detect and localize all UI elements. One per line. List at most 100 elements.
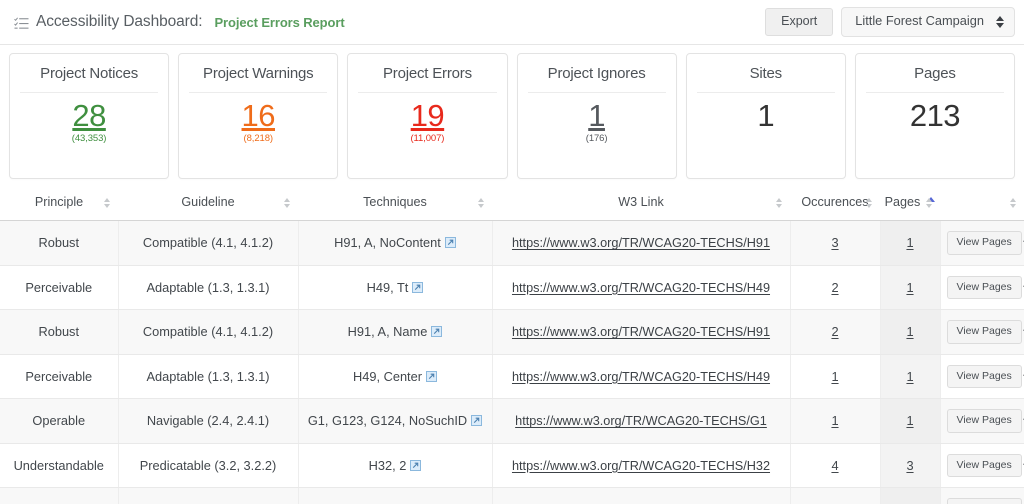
view-pages-button[interactable]: View Pages	[946, 453, 1022, 477]
column-header-principle[interactable]: Principle	[0, 185, 118, 221]
w3-link[interactable]: https://www.w3.org/TR/WCAG20-TECHS/H91	[512, 236, 770, 250]
external-link-icon[interactable]	[444, 236, 456, 249]
sort-toggle-icon[interactable]	[926, 197, 932, 208]
external-link-icon[interactable]	[471, 414, 483, 427]
column-header-techniques[interactable]: Techniques	[298, 185, 492, 221]
stat-card-value[interactable]: 1	[588, 99, 605, 133]
cell-actions: View Pages	[940, 220, 1024, 266]
stat-card: Sites 1	[685, 53, 846, 179]
external-link-icon[interactable]	[412, 281, 424, 293]
cell-principle: Robust	[0, 220, 119, 266]
column-header-w3-link[interactable]: W3 Link	[492, 185, 790, 221]
view-pages-button[interactable]: View Pages	[946, 364, 1022, 388]
cell-techniques: H37	[298, 487, 493, 504]
pages-link[interactable]: 3	[906, 458, 913, 473]
column-header-label: W3 Link	[618, 195, 664, 209]
cell-principle: Perceivable	[0, 487, 119, 504]
cell-techniques: H49, Center	[298, 354, 493, 399]
w3-link[interactable]: https://www.w3.org/TR/WCAG20-TECHS/H49	[512, 281, 770, 295]
stat-card-value[interactable]: 16	[242, 99, 276, 133]
cell-pages: 1	[880, 220, 941, 266]
techniques-label: H91, A, NoContent	[334, 235, 441, 251]
pages-link[interactable]: 1	[906, 280, 913, 295]
sort-toggle-icon[interactable]	[1010, 197, 1016, 208]
occurences-link[interactable]: 3	[831, 235, 838, 250]
column-header-actions[interactable]	[940, 185, 1024, 221]
cell-guideline: Adaptable (1.3, 1.3.1)	[118, 265, 299, 310]
w3-link[interactable]: https://www.w3.org/TR/WCAG20-TECHS/G1	[515, 414, 767, 428]
header-actions: Export Little Forest Campaign	[765, 7, 1015, 37]
stat-card-value: 213	[909, 98, 961, 133]
occurences-link[interactable]: 2	[831, 324, 838, 339]
cell-w3-link: https://www.w3.org/TR/WCAG20-TECHS/H91	[492, 309, 791, 355]
sort-toggle-icon[interactable]	[776, 197, 782, 208]
w3-link[interactable]: https://www.w3.org/TR/WCAG20-TECHS/H32	[512, 459, 770, 473]
column-header-guideline[interactable]: Guideline	[118, 185, 298, 221]
cell-principle: Perceivable	[0, 354, 119, 399]
external-link-icon[interactable]	[410, 459, 422, 471]
techniques-label: H49, Center	[353, 368, 422, 384]
cell-pages: 1	[880, 398, 941, 444]
techniques-label: G1, G123, G124, NoSuchID	[307, 413, 468, 429]
sort-toggle-icon[interactable]	[284, 197, 290, 208]
campaign-select[interactable]: Little Forest Campaign	[841, 7, 1015, 37]
cell-occurences: 9	[790, 487, 881, 504]
column-header-occurences[interactable]: Occurences	[790, 185, 880, 221]
occurences-link[interactable]: 4	[831, 458, 838, 473]
view-pages-button[interactable]: View Pages	[946, 275, 1022, 299]
cell-occurences: 3	[790, 220, 881, 266]
pages-link[interactable]: 1	[906, 324, 913, 339]
app-header: Accessibility Dashboard: Project Errors …	[0, 0, 1024, 45]
external-link-icon[interactable]	[426, 370, 437, 382]
sort-toggle-icon[interactable]	[104, 197, 110, 208]
results-table-container: Principle Guideline Techniques W3 Link Occur…	[0, 185, 1024, 504]
table-head: Principle Guideline Techniques W3 Link Occur…	[0, 185, 1024, 221]
stat-card-value[interactable]: 19	[411, 99, 445, 133]
export-button[interactable]: Export	[765, 8, 834, 36]
stat-card-value[interactable]: 28	[72, 99, 106, 133]
occurences-link[interactable]: 2	[831, 280, 838, 295]
stat-card-body: 213	[866, 93, 1004, 168]
pages-link[interactable]: 1	[906, 369, 913, 384]
external-link-icon[interactable]	[431, 325, 443, 338]
column-header-label: Pages	[884, 195, 921, 209]
pages-link[interactable]: 1	[906, 235, 913, 250]
cell-principle: Robust	[0, 309, 119, 355]
occurences-link[interactable]: 1	[831, 413, 838, 428]
report-name[interactable]: Project Errors Report	[214, 15, 344, 30]
stat-card-title: Sites	[696, 65, 835, 93]
view-pages-button[interactable]: View Pages	[946, 231, 1022, 255]
column-header-content: W3 Link	[500, 195, 782, 209]
stat-card: Project Ignores 1 (176)	[516, 53, 677, 179]
cell-techniques: H91, A, NoContent	[298, 220, 493, 266]
w3-link[interactable]: https://www.w3.org/TR/WCAG20-TECHS/H49	[512, 370, 770, 384]
cell-w3-link: https://www.w3.org/TR/WCAG20-TECHS/H37	[492, 487, 791, 504]
pages-link[interactable]: 1	[906, 413, 913, 428]
stat-card-title: Project Warnings	[189, 65, 328, 93]
table-row: Perceivable Adaptable (1.3, 1.3.1) H49, Ce…	[0, 354, 1024, 399]
stat-card-value: 1	[757, 98, 775, 133]
techniques-label: H49, Tt	[366, 279, 409, 295]
stat-card: Project Warnings 16 (8,218)	[178, 53, 339, 179]
table-row: PerceivableText Alternatives (1.1, 1.1.1…	[0, 487, 1024, 504]
stat-cards: Project Notices 28 (43,353) Project Warning…	[0, 45, 1024, 185]
view-pages-button[interactable]: View Pages	[946, 320, 1022, 344]
cell-techniques: H91, A, Name	[298, 309, 493, 355]
cell-actions: View Pages	[940, 309, 1024, 355]
view-pages-button[interactable]: View Pages	[946, 498, 1022, 504]
list-check-icon	[14, 16, 29, 30]
sort-toggle-icon[interactable]	[866, 197, 872, 208]
occurences-link[interactable]: 1	[831, 369, 838, 384]
cell-pages: 1	[880, 354, 941, 399]
column-header-content: Occurences	[798, 195, 872, 209]
stat-card: Project Errors 19 (11,007)	[347, 53, 508, 179]
column-header-pages[interactable]: Pages	[880, 185, 940, 221]
cell-guideline: Text Alternatives (1.1, 1.1.1)	[118, 487, 299, 504]
cell-guideline: Compatible (4.1, 4.1.2)	[118, 309, 299, 355]
w3-link[interactable]: https://www.w3.org/TR/WCAG20-TECHS/H91	[512, 325, 770, 339]
view-pages-button[interactable]: View Pages	[946, 409, 1022, 433]
sort-toggle-icon[interactable]	[478, 197, 484, 208]
table-row: Perceivable Adaptable (1.3, 1.3.1) H49, Tt…	[0, 265, 1024, 310]
column-header-label: Guideline	[181, 195, 235, 209]
cell-w3-link: https://www.w3.org/TR/WCAG20-TECHS/H32	[492, 443, 791, 488]
